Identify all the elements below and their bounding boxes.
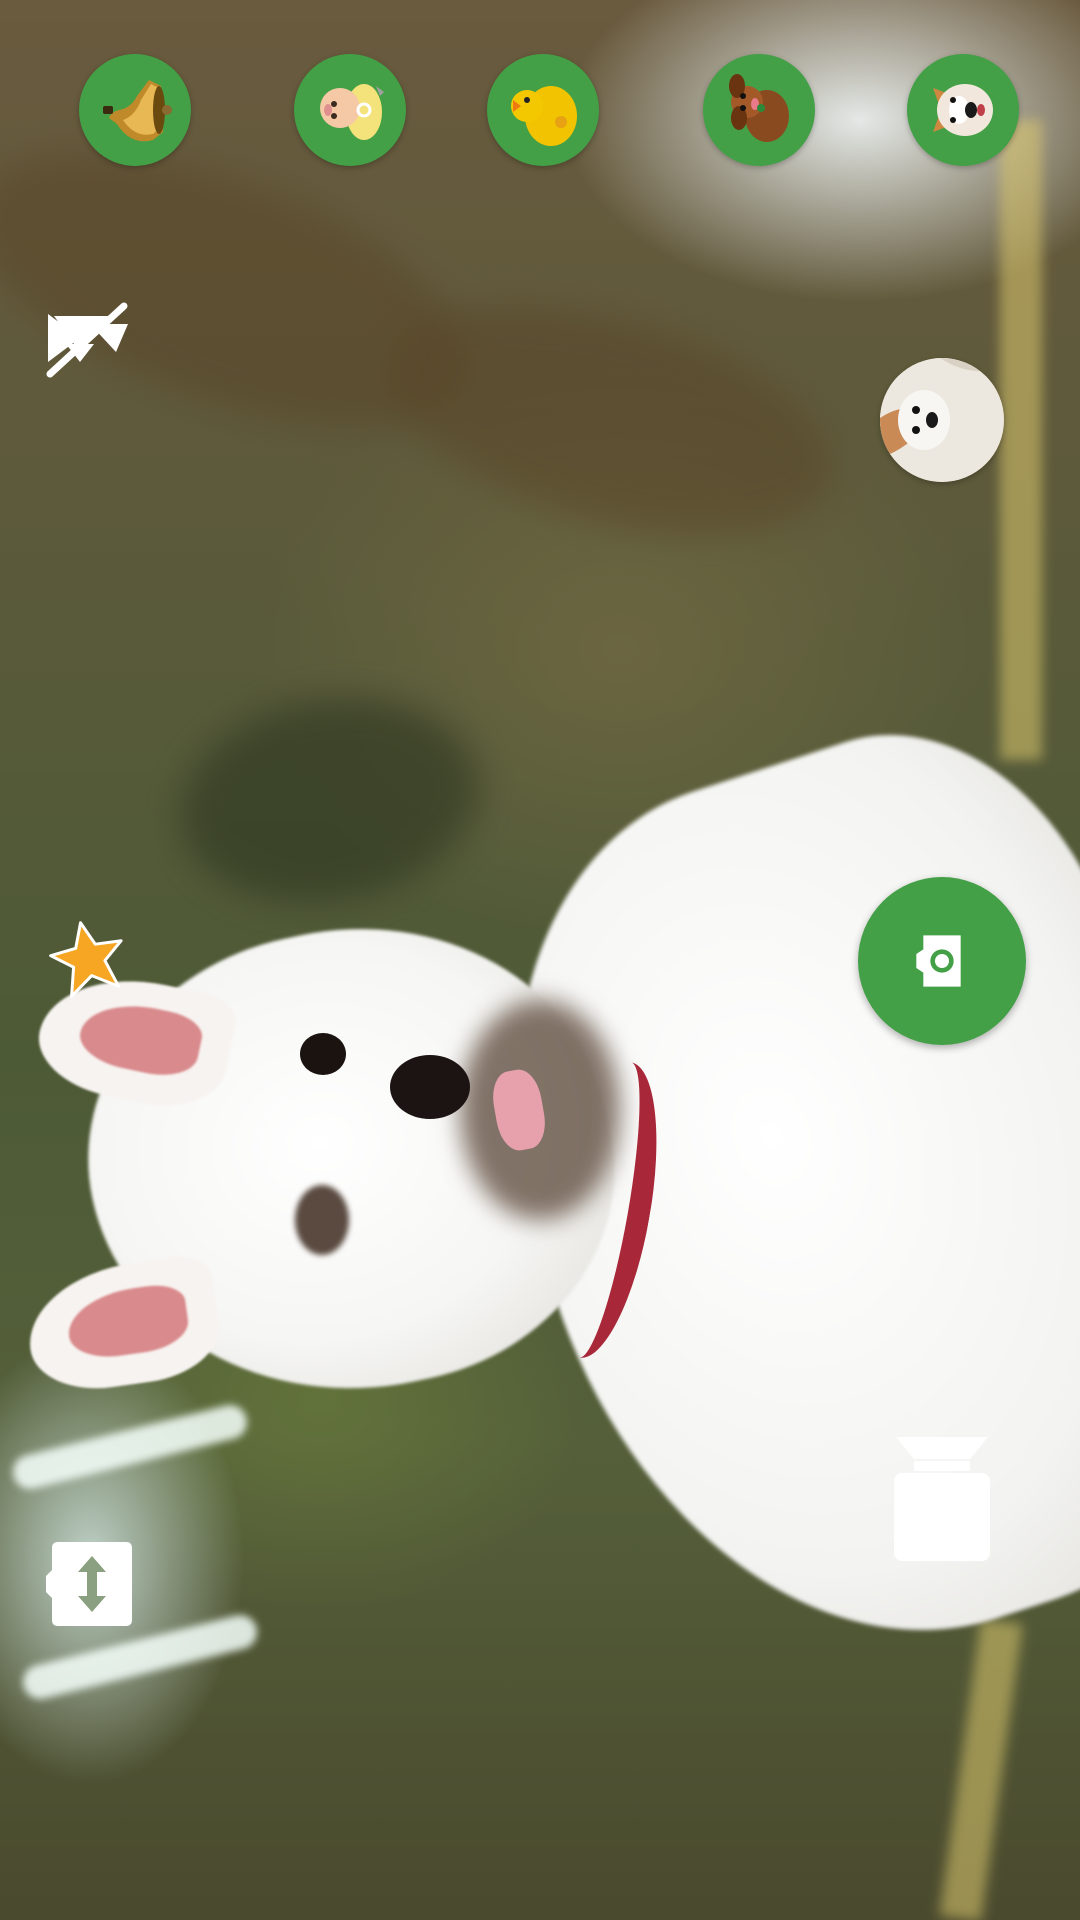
background-shadow [164, 675, 496, 925]
camera-icon [916, 935, 961, 987]
shutter-button[interactable] [858, 877, 1026, 1045]
mute-toggle[interactable] [40, 300, 140, 380]
sound-button-corgi[interactable] [907, 54, 1019, 166]
last-photo-thumbnail[interactable] [880, 358, 1004, 482]
sound-button-puppy[interactable] [703, 54, 815, 166]
background-pole [1000, 120, 1042, 760]
star-icon [49, 921, 123, 998]
switch-camera-icon [46, 1542, 132, 1626]
rubber-duck-icon [511, 86, 577, 146]
volume-off-icon [46, 302, 128, 378]
dog-nose [390, 1055, 470, 1119]
dog-photo-thumbnail [880, 358, 1004, 482]
baby-icon [320, 84, 384, 140]
flash-icon [894, 1437, 990, 1561]
sound-button-baby[interactable] [294, 54, 406, 166]
dog-eye [295, 1185, 349, 1255]
switch-camera-button[interactable] [44, 1538, 134, 1630]
corgi-face-icon [933, 84, 993, 136]
dog-eye [300, 1033, 346, 1075]
favorite-toggle[interactable] [48, 918, 128, 998]
background-light [9, 1401, 251, 1493]
bell-icon [103, 80, 172, 142]
background-pole [939, 1618, 1023, 1920]
sound-button-duck[interactable] [487, 54, 599, 166]
sound-bar [0, 0, 1080, 170]
dog-ear [20, 1252, 226, 1398]
sound-button-bell[interactable] [79, 54, 191, 166]
flash-toggle[interactable] [892, 1435, 992, 1565]
puppy-icon [729, 74, 789, 142]
